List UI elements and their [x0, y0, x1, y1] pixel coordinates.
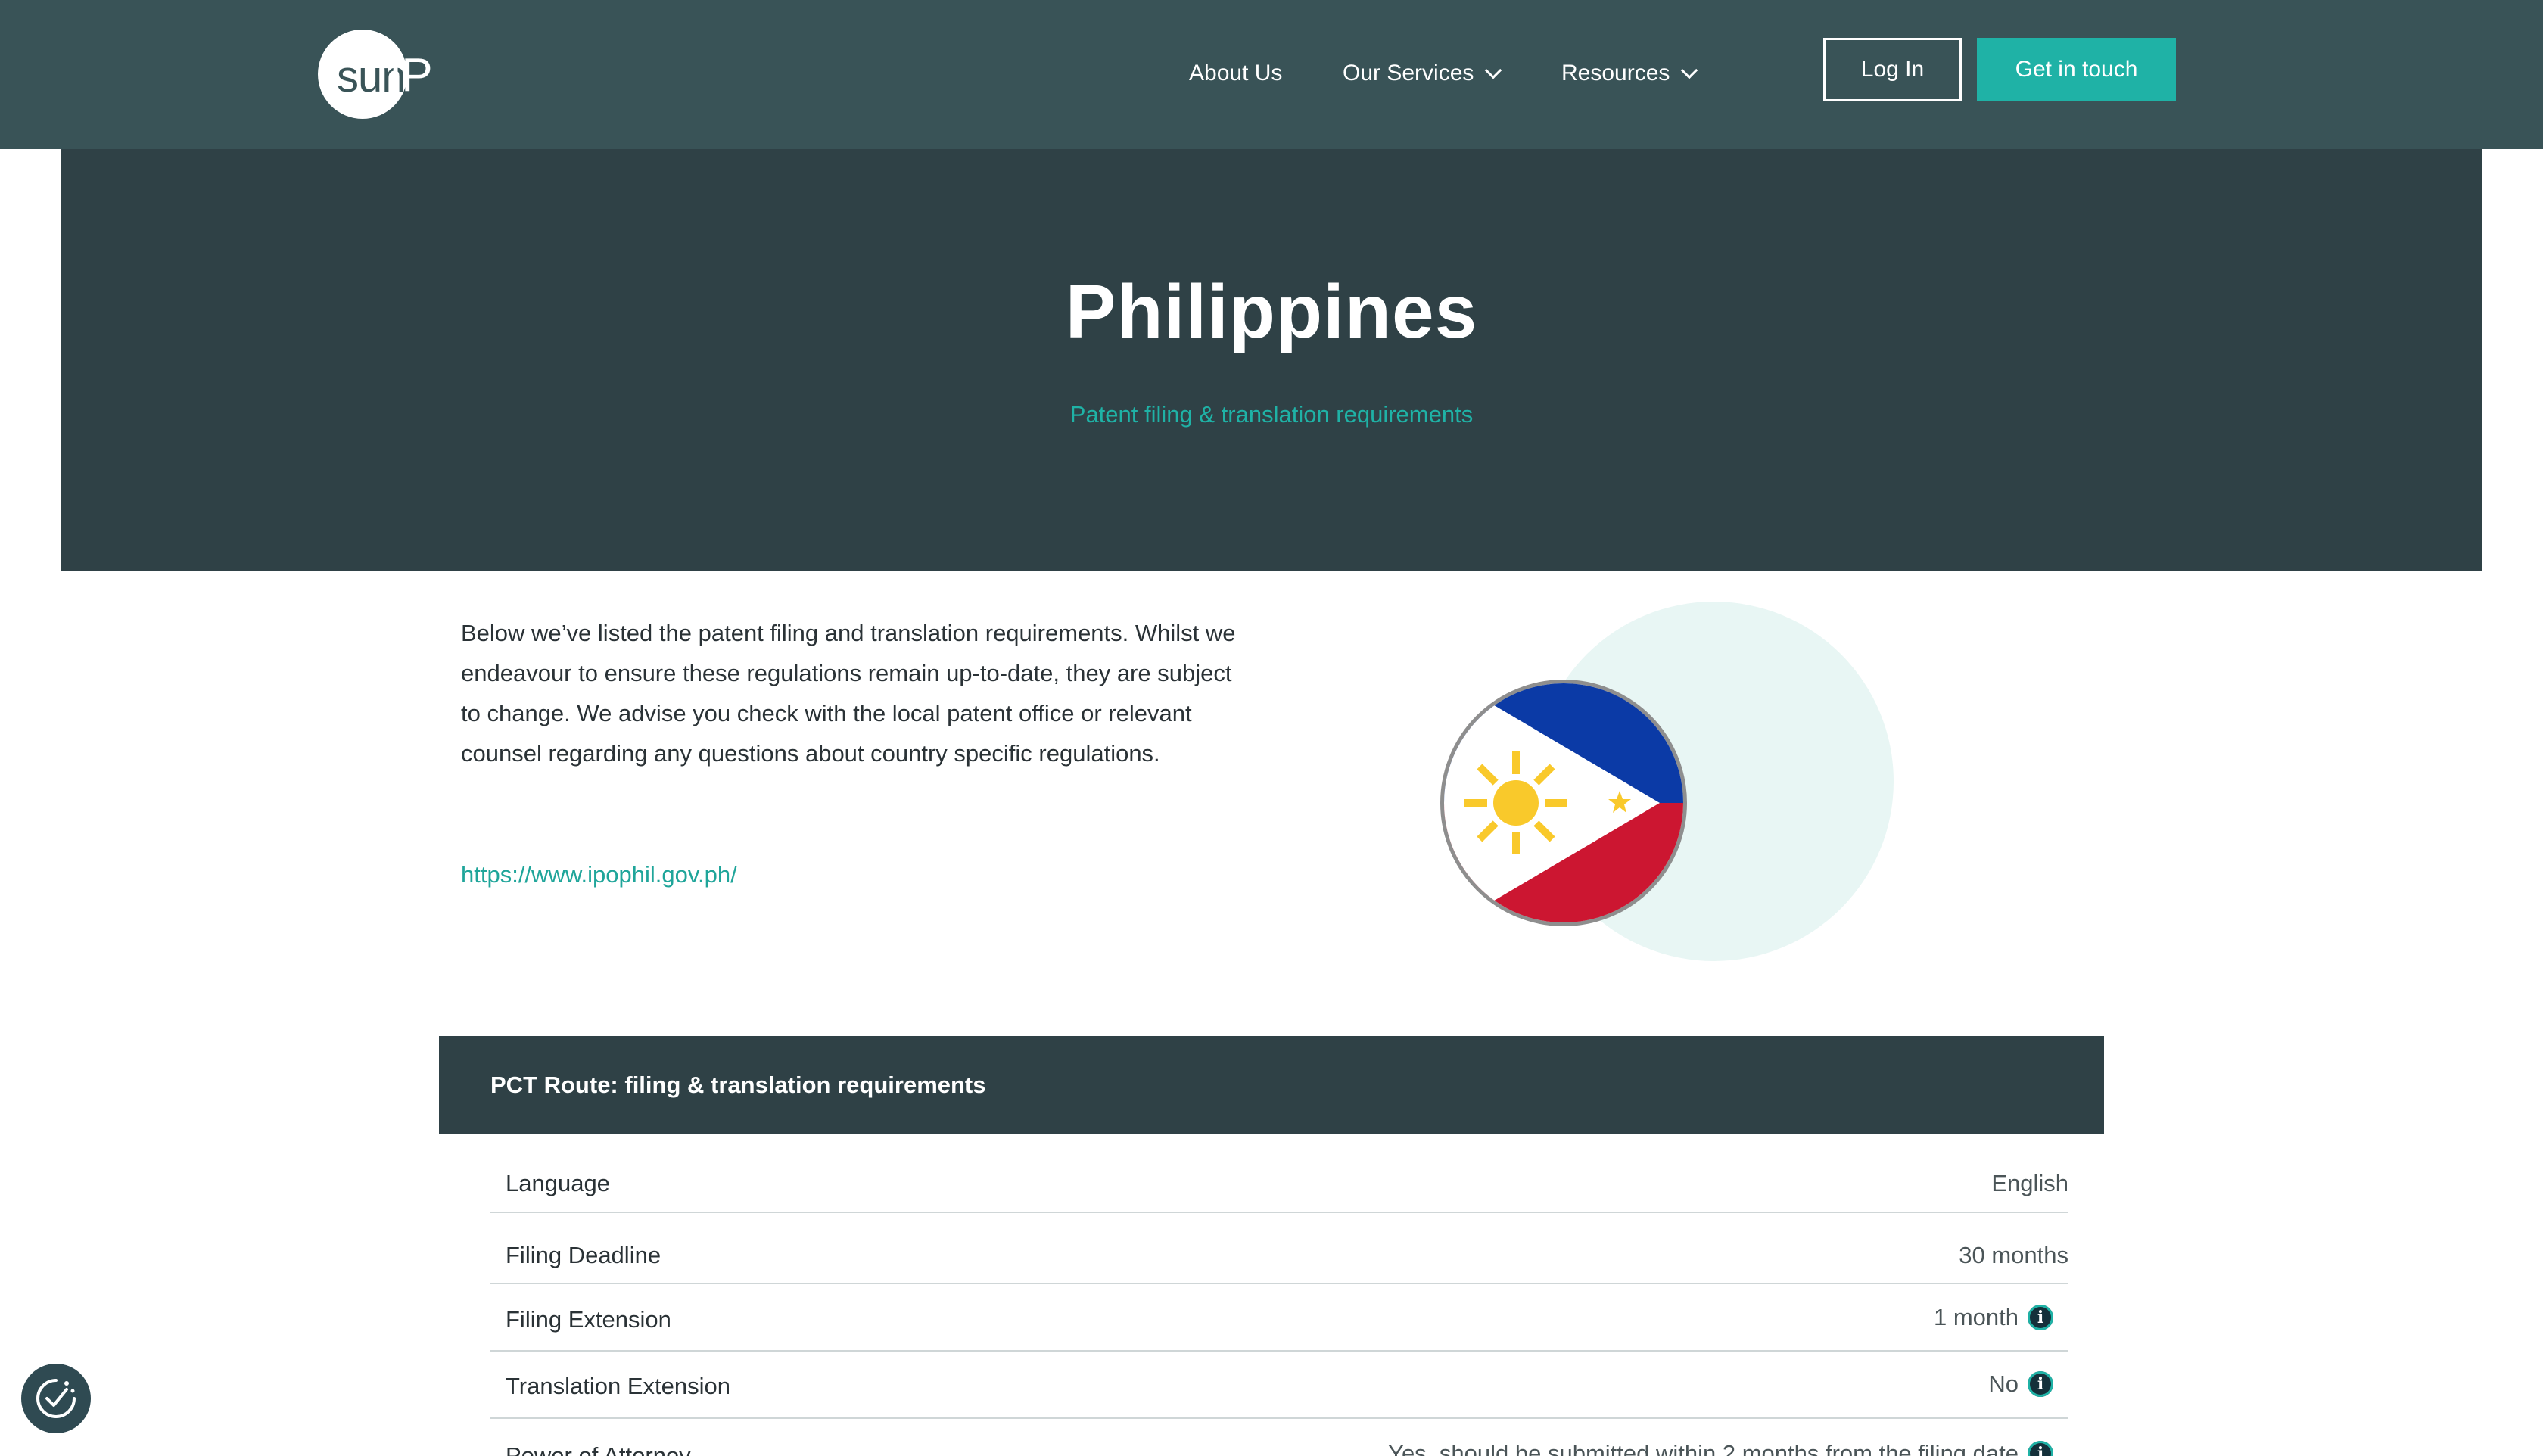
row-label: Filing Extension [506, 1306, 671, 1333]
nav-our-services-item[interactable]: Our Services [1343, 61, 1502, 86]
nav-about-label[interactable]: About Us [1189, 61, 1282, 86]
patent-office-link[interactable]: https://www.ipophil.gov.ph/ [461, 861, 737, 888]
row-label: Power of Attorney [506, 1442, 691, 1456]
chevron-down-icon [1681, 61, 1698, 79]
info-icon[interactable]: i [2028, 1371, 2053, 1397]
row-label: Filing Deadline [506, 1242, 661, 1268]
nav-resources-item[interactable]: Resources [1561, 61, 1698, 86]
nav-resources[interactable]: Resources [1561, 54, 1698, 92]
row-value: 30 months [1959, 1242, 2068, 1269]
table-row: Filing Deadline 30 months [490, 1213, 2068, 1284]
chevron-down-icon [1485, 61, 1502, 79]
row-value-text: No [1988, 1370, 2019, 1397]
philippines-flag-icon [1440, 680, 1687, 926]
row-label: Translation Extension [506, 1373, 730, 1399]
row-value-text: 30 months [1959, 1242, 2068, 1268]
get-in-touch-button[interactable]: Get in touch [1977, 38, 2176, 101]
cookie-consent-button[interactable] [21, 1364, 91, 1433]
row-value-text: 1 month [1933, 1304, 2019, 1330]
table-heading-text: PCT Route: filing & translation requirem… [490, 1072, 986, 1098]
intro-paragraph: Below we’ve listed the patent filing and… [461, 620, 1236, 767]
table-row: Language English [490, 1158, 2068, 1213]
row-label: Language [506, 1170, 610, 1196]
login-button[interactable]: Log In [1823, 38, 1962, 101]
nav-resources-label: Resources [1561, 61, 1670, 86]
hero-banner: Philippines Patent filing & translation … [61, 149, 2482, 571]
nav-about[interactable]: About Us [1189, 54, 1282, 92]
cookie-consent-icon [36, 1379, 76, 1418]
nav-our-services[interactable]: Our Services [1343, 54, 1502, 92]
row-value: No i [1988, 1370, 2053, 1398]
table-heading: PCT Route: filing & translation requirem… [439, 1036, 2104, 1134]
row-value-text: Yes, should be submitted within 2 months… [1388, 1440, 2019, 1456]
site-header: sun IP About Us Our Services Resources L… [0, 0, 2543, 149]
page-subtitle: Patent filing & translation requirements [1069, 401, 1474, 428]
row-value: 1 month i [1934, 1304, 2053, 1331]
row-value-text: English [1991, 1170, 2068, 1196]
row-value: English [1991, 1170, 2068, 1197]
nav-our-services-label: Our Services [1343, 61, 1474, 86]
table-row: Power of Attorney Yes, should be submitt… [490, 1419, 2068, 1456]
info-icon[interactable]: i [2028, 1305, 2053, 1330]
row-value: Yes, should be submitted within 2 months… [1388, 1440, 2053, 1456]
table-row: Translation Extension No i [490, 1352, 2068, 1419]
table-row: Filing Extension 1 month i [490, 1284, 2068, 1352]
page-title: Philippines [1065, 269, 1478, 354]
logo-ip-text: IP [389, 49, 433, 101]
info-icon[interactable]: i [2028, 1441, 2053, 1456]
sunip-logo[interactable]: sun IP [318, 30, 433, 119]
